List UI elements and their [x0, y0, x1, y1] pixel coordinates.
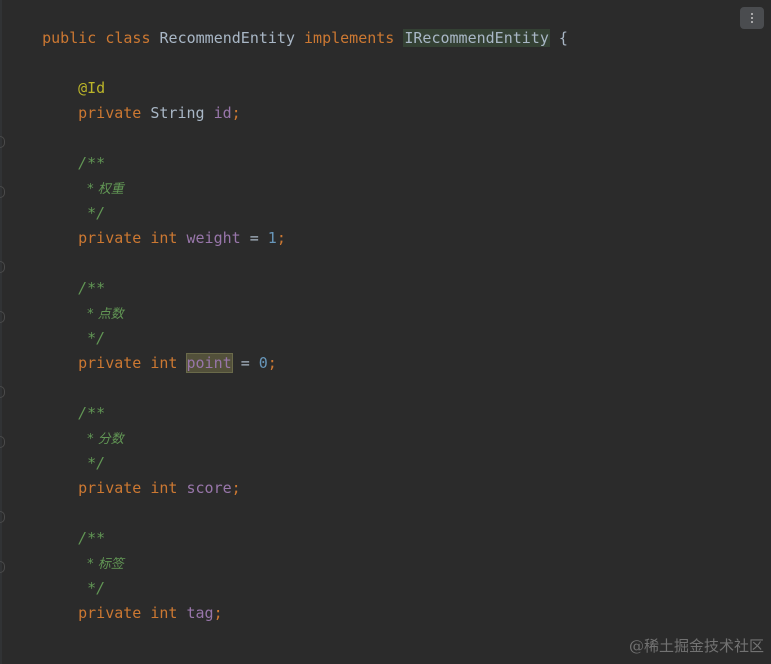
fold-marker[interactable] — [0, 561, 5, 573]
class-name: RecommendEntity — [159, 29, 295, 47]
semicolon: ; — [276, 229, 286, 247]
keyword-private: private — [78, 229, 142, 247]
code-line-comment-text[interactable]: * 点数 — [51, 280, 124, 322]
fold-marker[interactable] — [0, 311, 5, 323]
code-line-comment-open[interactable]: /** — [42, 255, 105, 297]
code-editor[interactable]: public class RecommendEntity implements … — [0, 0, 771, 664]
fold-marker[interactable] — [0, 386, 5, 398]
keyword-implements: implements — [304, 29, 395, 47]
type-int: int — [150, 354, 178, 372]
watermark: @稀土掘金技术社区 — [628, 637, 764, 655]
semicolon: ; — [267, 354, 277, 372]
keyword-private: private — [78, 354, 142, 372]
semicolon: ; — [231, 104, 241, 122]
code-line-comment-open[interactable]: /** — [42, 380, 105, 422]
fold-marker[interactable] — [0, 261, 5, 273]
open-brace: { — [558, 29, 568, 47]
assign-operator: = — [249, 229, 259, 247]
number-literal: 1 — [267, 229, 277, 247]
field-name-score: score — [186, 479, 232, 497]
type-int: int — [150, 479, 178, 497]
field-name-tag: tag — [186, 604, 214, 622]
type-int: int — [150, 604, 178, 622]
code-line-field-id[interactable]: private String id; — [42, 80, 241, 122]
code-line-annotation-id[interactable]: @Id — [42, 55, 105, 97]
more-options-button[interactable] — [740, 7, 764, 29]
more-vertical-icon — [751, 13, 753, 23]
fold-marker[interactable] — [0, 436, 5, 448]
field-name-id: id — [213, 104, 232, 122]
field-name-point-highlighted: point — [185, 353, 233, 373]
type-int: int — [150, 229, 178, 247]
code-line-field-tag[interactable]: private int tag; — [42, 580, 223, 622]
code-line-comment-text[interactable]: * 标签 — [51, 530, 124, 572]
code-line-comment-close[interactable]: */ — [51, 555, 105, 597]
code-line-comment-close[interactable]: */ — [51, 180, 105, 222]
keyword-private: private — [78, 104, 142, 122]
code-line-field-score[interactable]: private int score; — [42, 455, 241, 497]
field-name-weight: weight — [186, 229, 241, 247]
semicolon: ; — [213, 604, 223, 622]
code-line-field-weight[interactable]: private int weight = 1; — [42, 205, 286, 247]
code-line-comment-close[interactable]: */ — [51, 430, 105, 472]
keyword-class: class — [105, 29, 151, 47]
interface-name: IRecommendEntity — [403, 29, 550, 47]
keyword-public: public — [42, 29, 97, 47]
code-line-class-declaration[interactable]: public class RecommendEntity implements … — [6, 5, 568, 47]
number-literal: 0 — [258, 354, 268, 372]
code-line-comment-open[interactable]: /** — [42, 130, 105, 172]
code-line-comment-text[interactable]: * 权重 — [51, 155, 124, 197]
code-line-comment-text[interactable]: * 分数 — [51, 405, 124, 447]
keyword-private: private — [78, 604, 142, 622]
semicolon: ; — [231, 479, 241, 497]
fold-marker[interactable] — [0, 136, 5, 148]
code-line-field-point[interactable]: private int point = 0; — [42, 330, 277, 373]
fold-marker[interactable] — [0, 511, 5, 523]
assign-operator: = — [240, 354, 250, 372]
code-line-comment-open[interactable]: /** — [42, 505, 105, 547]
code-line-comment-close[interactable]: */ — [51, 305, 105, 347]
fold-marker[interactable] — [0, 186, 5, 198]
keyword-private: private — [78, 479, 142, 497]
type-string: String — [150, 104, 205, 122]
